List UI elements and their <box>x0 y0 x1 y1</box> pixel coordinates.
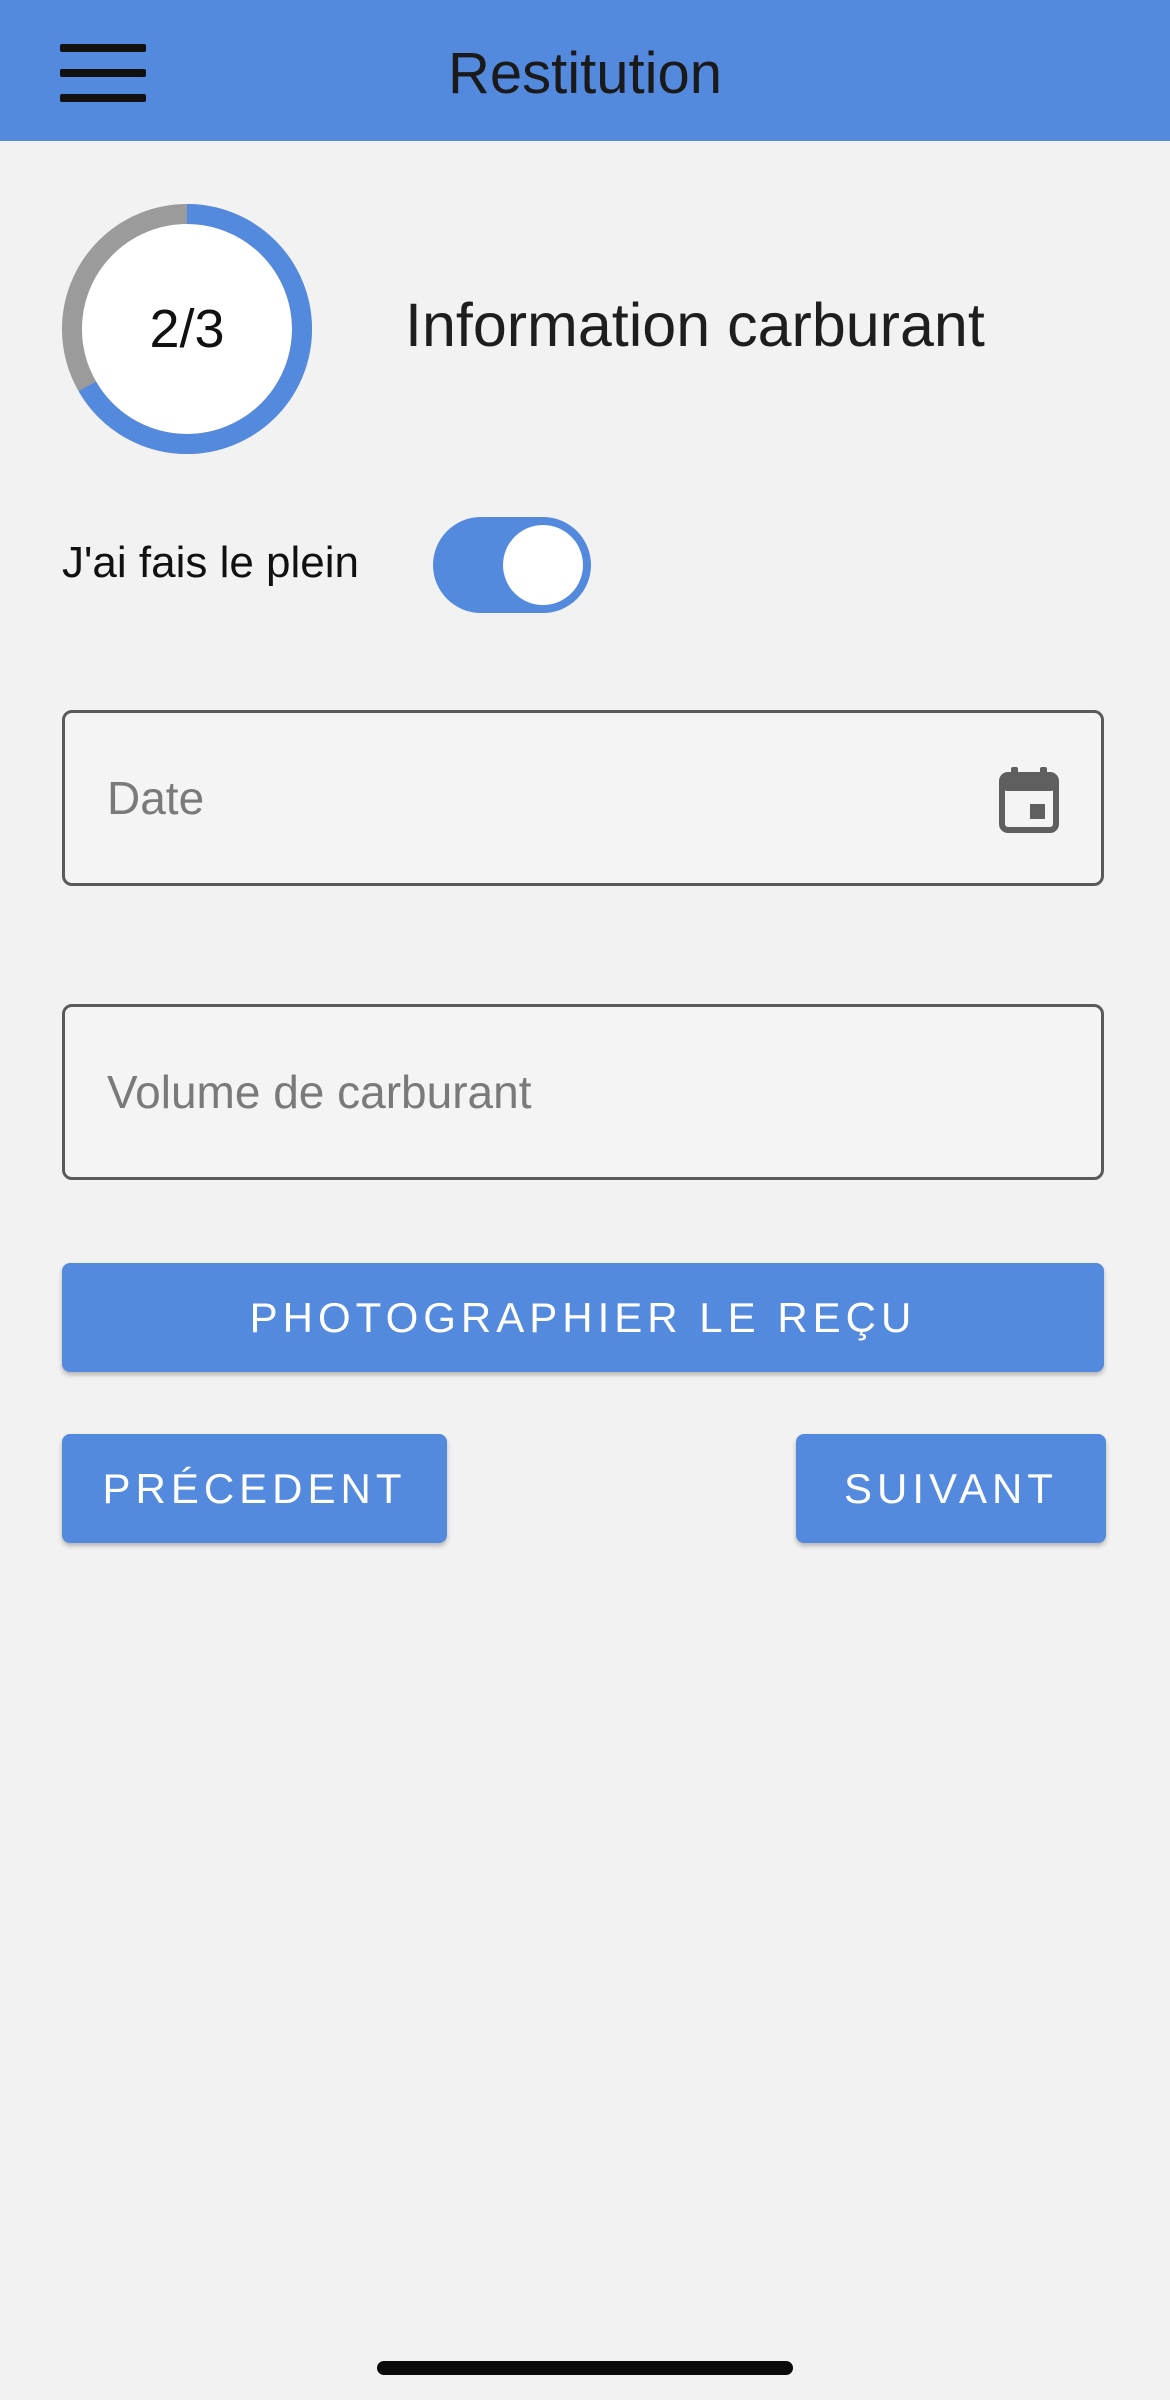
step-title: Information carburant <box>405 291 985 359</box>
fuel-toggle-label: J'ai fais le plein <box>62 538 359 587</box>
previous-button[interactable]: PRÉCEDENT <box>62 1434 447 1543</box>
fuel-toggle-switch[interactable] <box>433 517 591 613</box>
menu-line <box>60 69 146 77</box>
photograph-receipt-button[interactable]: PHOTOGRAPHIER LE REÇU <box>62 1263 1104 1372</box>
date-field[interactable] <box>62 710 1104 886</box>
step-counter: 2/3 <box>149 299 225 359</box>
date-input[interactable] <box>107 713 987 883</box>
calendar-icon[interactable] <box>999 767 1059 833</box>
app-bar: Restitution <box>0 0 1170 141</box>
home-indicator[interactable] <box>377 2361 793 2375</box>
toggle-knob <box>503 525 583 605</box>
step-progress-ring: 2/3 <box>62 204 312 454</box>
fuel-volume-input[interactable] <box>107 1007 987 1177</box>
next-button[interactable]: SUIVANT <box>796 1434 1106 1543</box>
hamburger-menu-icon[interactable] <box>60 42 146 102</box>
fuel-volume-field[interactable] <box>62 1004 1104 1180</box>
page-title: Restitution <box>447 41 723 106</box>
menu-line <box>60 94 146 102</box>
menu-line <box>60 44 146 52</box>
